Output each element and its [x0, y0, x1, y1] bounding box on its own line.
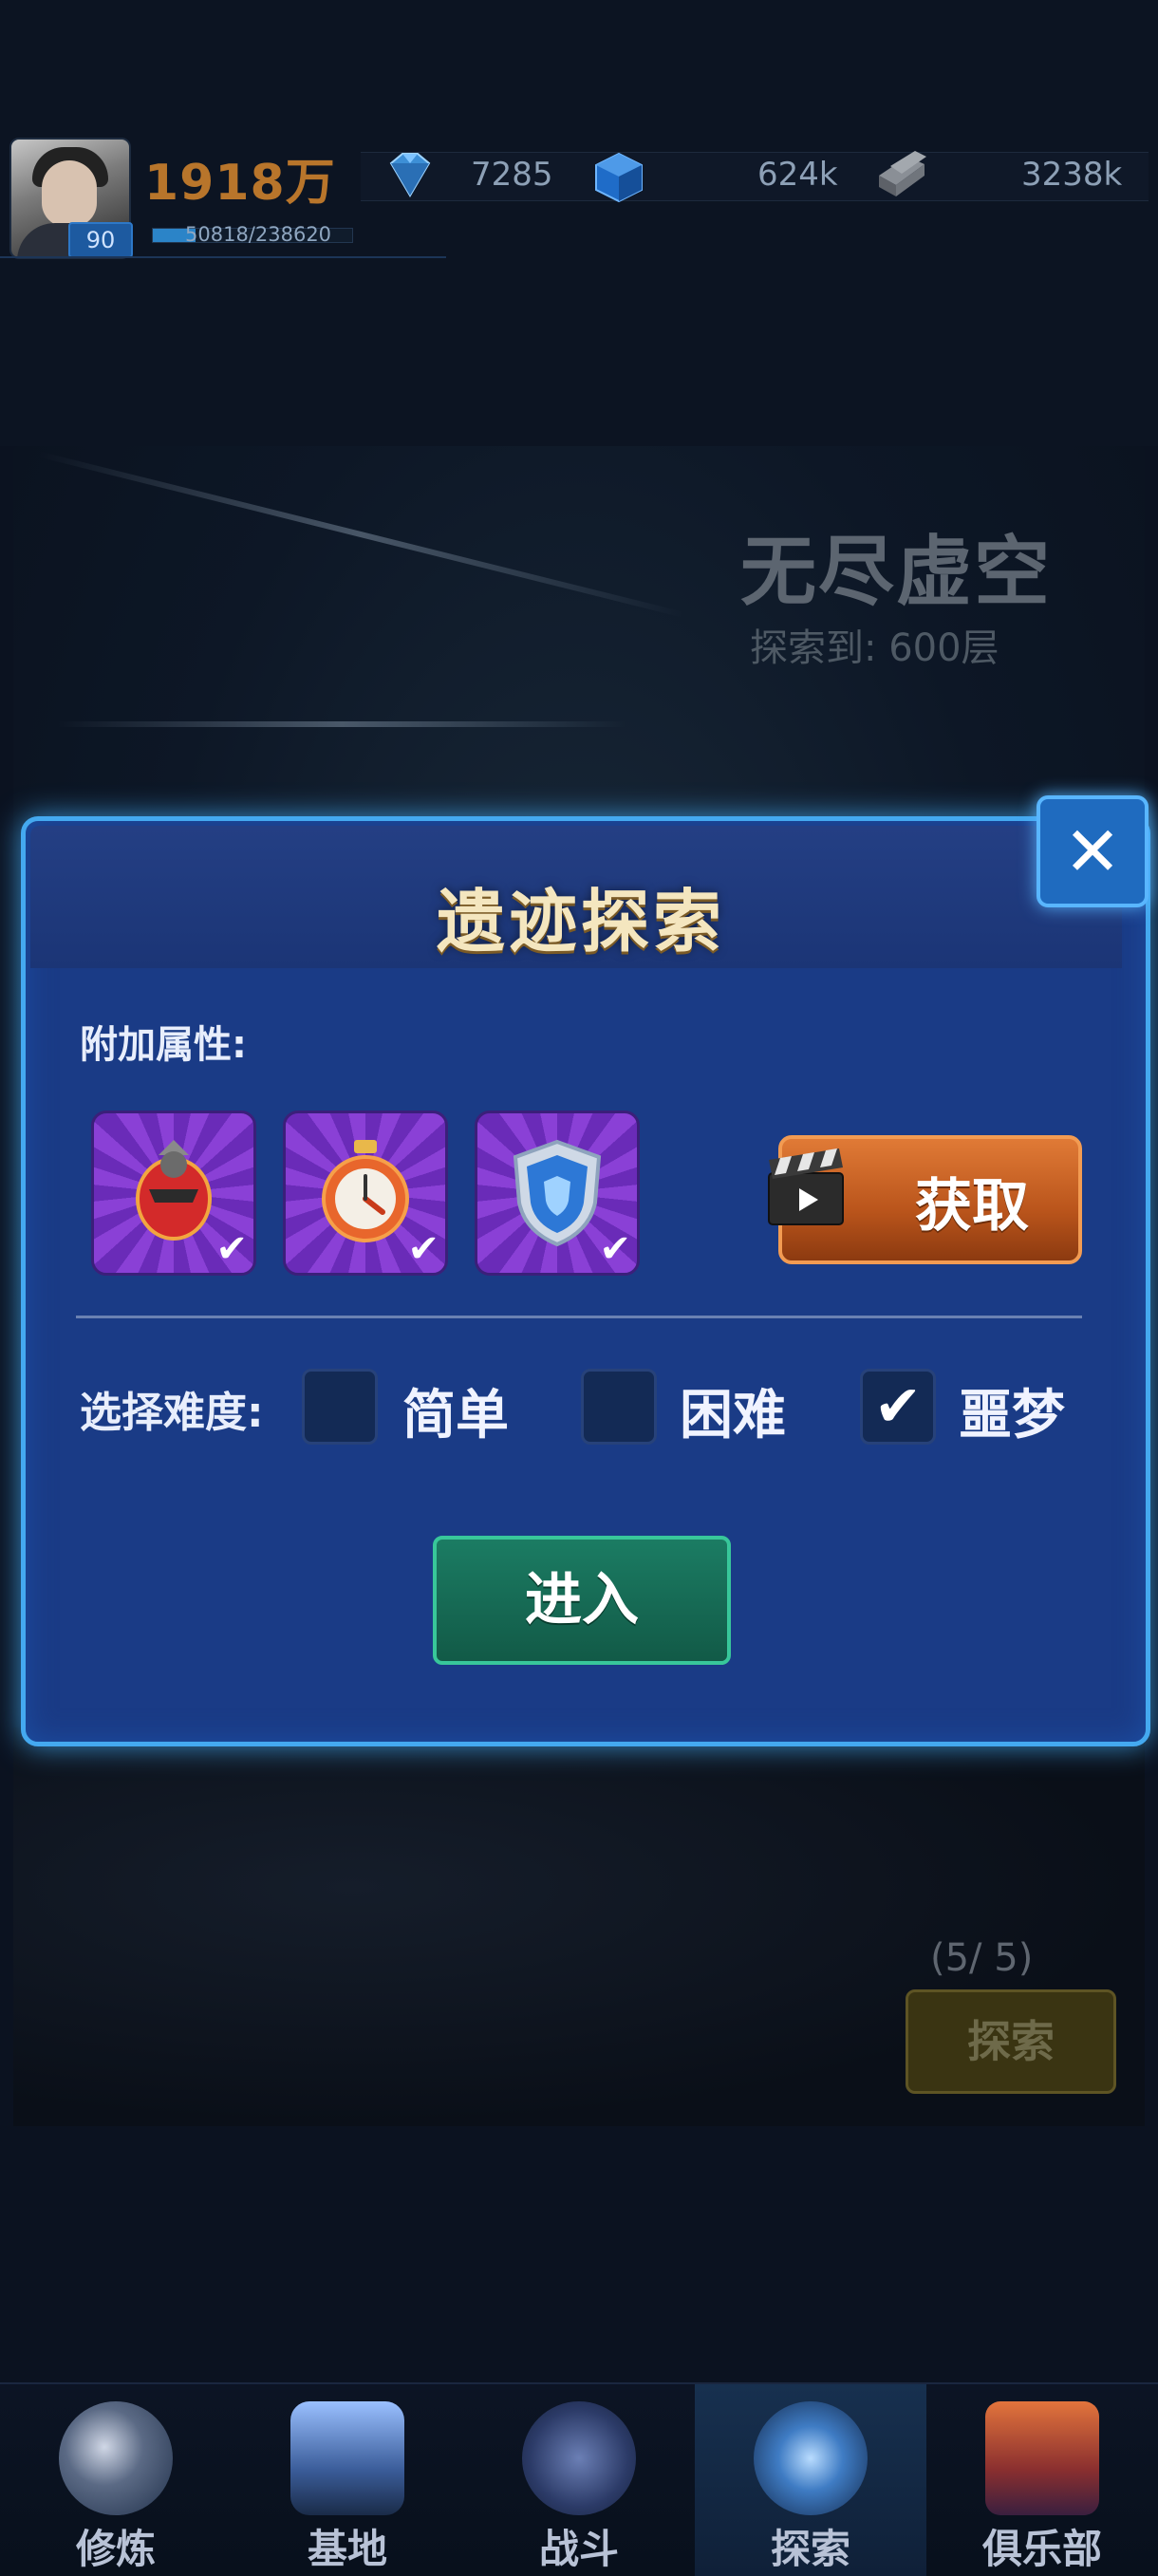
attribute-slot-1[interactable]: ✔ [91, 1111, 256, 1276]
ship-trail [57, 721, 626, 727]
get-button-label: 获取 [915, 1173, 1029, 1240]
ingot-count: 3238k [1021, 156, 1123, 194]
explore-count: (5/ 5) [930, 1936, 1034, 1980]
stopwatch-icon [322, 1140, 409, 1242]
attribute-slot-2[interactable]: ✔ [283, 1111, 448, 1276]
gold-amount: 1918万 [144, 155, 336, 212]
enter-button[interactable]: 进入 [433, 1536, 731, 1665]
rocket-tower-icon [290, 2401, 404, 2515]
shield-icon [513, 1139, 602, 1247]
close-button[interactable]: ✕ [1037, 795, 1149, 907]
dialog-title: 遗迹探索 [436, 882, 725, 961]
enter-button-label: 进入 [525, 1567, 639, 1633]
attribute-slot-3[interactable]: ✔ [475, 1111, 640, 1276]
difficulty-hard-checkbox[interactable] [581, 1369, 657, 1445]
check-icon: ✔ [599, 1227, 631, 1271]
difficulty-easy-checkbox[interactable] [302, 1369, 378, 1445]
check-icon: ✔ [873, 1373, 923, 1440]
rocket-shell-icon [136, 1140, 212, 1241]
diamond-icon [389, 153, 431, 197]
nav-label: 修炼 [75, 2526, 156, 2572]
nav-club[interactable]: 俱乐部 [926, 2384, 1158, 2576]
video-clapper-icon [768, 1148, 844, 1225]
metal-ingot-icon [879, 151, 926, 196]
blue-cube-icon [595, 152, 643, 203]
battle-planet-icon [522, 2401, 636, 2515]
nav-base[interactable]: 基地 [232, 2384, 463, 2576]
difficulty-nightmare-checkbox[interactable]: ✔ [860, 1369, 936, 1445]
galaxy-icon [754, 2401, 868, 2515]
explore-button-label: 探索 [967, 2016, 1055, 2067]
check-icon: ✔ [407, 1227, 439, 1271]
cube-count: 624k [757, 156, 838, 194]
nav-cultivate[interactable]: 修炼 [0, 2384, 232, 2576]
check-icon: ✔ [215, 1227, 248, 1271]
molecule-icon [59, 2401, 173, 2515]
dialog-divider [76, 1316, 1082, 1318]
bonus-attributes-label: 附加属性: [80, 1023, 247, 1067]
close-icon: ✕ [1063, 812, 1122, 891]
diamond-count: 7285 [471, 156, 553, 194]
difficulty-hard-label[interactable]: 困难 [680, 1372, 786, 1449]
difficulty-easy-label[interactable]: 简单 [402, 1372, 509, 1449]
difficulty-nightmare-label[interactable]: 噩梦 [959, 1372, 1065, 1449]
nav-label: 俱乐部 [981, 2526, 1102, 2572]
bottom-nav: 修炼 基地 战斗 探索 俱乐部 [0, 2382, 1158, 2576]
xp-text: 50818/238620 [185, 223, 332, 246]
player-level-badge: 90 [68, 222, 133, 258]
nav-label: 基地 [307, 2526, 387, 2572]
top-background [0, 0, 1158, 446]
nav-label: 战斗 [538, 2526, 619, 2572]
topbar-divider [0, 256, 446, 258]
club-banner-icon [985, 2401, 1099, 2515]
explored-floor: 探索到: 600层 [750, 626, 999, 670]
nav-explore[interactable]: 探索 [695, 2384, 926, 2576]
explore-button[interactable]: 探索 [906, 1989, 1116, 2094]
avatar-face [42, 160, 97, 227]
nav-battle[interactable]: 战斗 [463, 2384, 695, 2576]
difficulty-label: 选择难度: [80, 1389, 264, 1437]
nav-label: 探索 [770, 2526, 850, 2572]
endless-void-title: 无尽虚空 [740, 528, 1052, 616]
